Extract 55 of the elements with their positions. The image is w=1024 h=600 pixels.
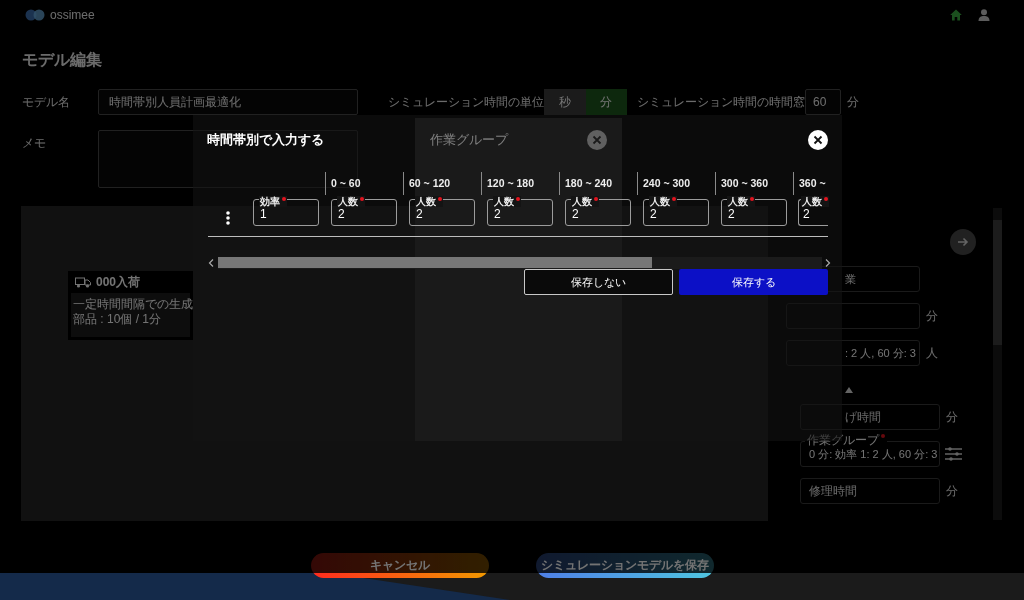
logo-icon (25, 9, 45, 21)
logo-text: ossimee (50, 8, 95, 22)
chevron-right-icon[interactable] (825, 259, 831, 267)
field-label: シミュレーション時間の単位 (388, 94, 544, 110)
unit-label: 分 (847, 93, 859, 111)
save-button[interactable]: 保存する (679, 269, 828, 295)
node-text: 部品 : 10個 / 1分 (73, 312, 163, 327)
column-header: 180 ~ 240 (559, 172, 637, 195)
number-field[interactable]: 人数 2 (798, 196, 828, 227)
number-field[interactable]: 人数 2 (487, 196, 553, 227)
number-field[interactable]: 人数 2 (409, 196, 475, 227)
column-header: 120 ~ 180 (481, 172, 559, 195)
number-field[interactable]: 人数 2 (643, 196, 709, 227)
text-input[interactable]: 60 (805, 89, 841, 115)
user-icon[interactable] (978, 9, 990, 21)
field-label: メモ (22, 135, 47, 151)
text-input[interactable]: 修理時間 (800, 478, 940, 504)
arrow-right-icon[interactable] (950, 229, 976, 255)
text-input[interactable] (786, 303, 920, 329)
unit-label: 分 (946, 483, 958, 500)
number-field[interactable]: 人数 2 (721, 196, 787, 227)
unit-option[interactable]: 分 (585, 89, 627, 115)
text-input[interactable]: 時間帯別人員計画最適化 (98, 89, 358, 115)
more-vertical-icon[interactable] (225, 211, 230, 225)
close-icon[interactable] (808, 130, 828, 150)
unit-label: 人 (926, 345, 938, 362)
column-header: 0 ~ 60 (325, 172, 403, 195)
text-input[interactable]: : 2 人, 60 分: 3 (786, 340, 920, 366)
discard-button[interactable]: 保存しない (524, 269, 673, 295)
number-field[interactable]: 人数 2 (331, 196, 397, 227)
node-title: 000入荷 (96, 275, 141, 289)
scrollbar-thumb[interactable] (218, 257, 652, 268)
column-header: 60 ~ 120 (403, 172, 481, 195)
field-label: シミュレーション時間の時間窓 (637, 94, 805, 110)
column-header: 360 ~ (793, 172, 828, 195)
scrollbar-thumb[interactable] (993, 220, 1002, 345)
dialog-title: 時間帯別で入力する (207, 131, 324, 149)
dialog-title: 作業グループ (430, 131, 508, 149)
column-header: 240 ~ 300 (637, 172, 715, 195)
chevron-left-icon[interactable] (208, 259, 214, 267)
memo-field[interactable] (98, 130, 358, 188)
column-header: 300 ~ 360 (715, 172, 793, 195)
text-input[interactable]: げ時間 (800, 404, 940, 430)
unit-label: 分 (946, 409, 958, 426)
field-label: モデル名 (22, 94, 71, 110)
page-title: モデル編集 (22, 50, 102, 70)
number-field[interactable]: 人数 2 (565, 196, 631, 227)
number-field[interactable]: 効率 1 (253, 196, 319, 227)
sliders-icon[interactable] (945, 447, 962, 461)
home-icon[interactable] (950, 9, 962, 21)
truck-icon (75, 276, 91, 288)
unit-label: 分 (926, 308, 938, 325)
caret-up-icon[interactable] (845, 387, 853, 393)
flow-node[interactable]: 000入荷 一定時間間隔での生成 部品 : 10個 / 1分 (68, 271, 193, 340)
unit-option[interactable]: 秒 (544, 89, 586, 115)
